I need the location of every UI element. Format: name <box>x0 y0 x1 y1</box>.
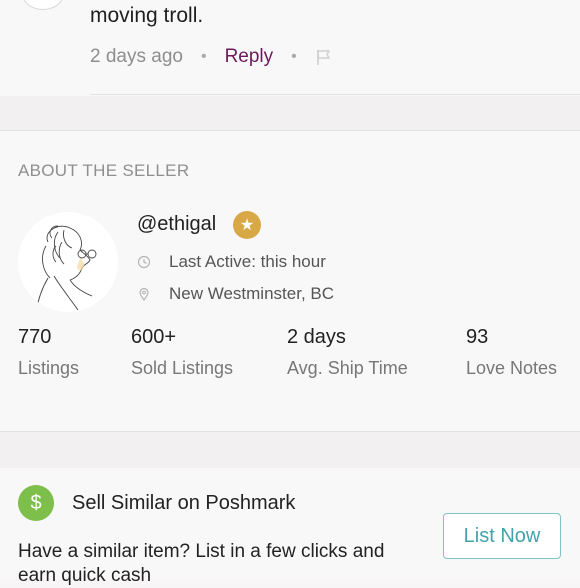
stat-listings-label: Listings <box>18 358 80 378</box>
separator-dot: • <box>200 48 207 65</box>
comment-time: 2 days ago <box>90 46 183 67</box>
comment-text: moving troll. <box>90 4 204 27</box>
stat-sold-value: 600+ <box>131 326 177 348</box>
stat-love-label: Love Notes <box>466 358 558 378</box>
location-row: New Westminster, BC <box>137 284 334 304</box>
seller-handle[interactable]: @ethigal <box>137 213 216 236</box>
sell-similar-title: Sell Similar on Poshmark <box>72 492 296 514</box>
stat-love-value: 93 <box>466 326 489 348</box>
stat-sold-label: Sold Listings <box>131 358 234 378</box>
sell-similar-section: $ Sell Similar on Poshmark Have a simila… <box>0 468 580 586</box>
comment-meta: 2 days ago • Reply • <box>90 46 333 68</box>
comment-divider <box>90 94 580 95</box>
location-text: New Westminster, BC <box>169 284 335 303</box>
dollar-icon: $ <box>18 485 54 521</box>
last-active-row: Last Active: this hour <box>137 252 326 272</box>
sell-similar-body: Have a similar item? List in a few click… <box>18 541 385 586</box>
list-now-button[interactable]: List Now <box>443 513 561 559</box>
last-active-text: Last Active: this hour <box>169 252 326 271</box>
stat-ship-value: 2 days <box>287 326 346 348</box>
reply-link[interactable]: Reply <box>225 46 274 68</box>
separator-dot: • <box>291 48 297 65</box>
section-title: ABOUT THE SELLER <box>18 161 190 180</box>
seller-avatar-drawing <box>35 225 97 312</box>
location-pin-icon <box>139 287 149 301</box>
stat-listings-value: 770 <box>18 326 52 348</box>
stat-ship-label: Avg. Ship Time <box>287 358 408 378</box>
comment-block: moving troll. 2 days ago • Reply • <box>0 0 580 96</box>
about-seller-section: ABOUT THE SELLER @ethigal ★ Last Active:… <box>0 131 580 431</box>
section-gap <box>0 431 580 469</box>
section-gap <box>0 96 580 131</box>
clock-icon <box>137 255 151 269</box>
flag-icon[interactable] <box>315 48 333 66</box>
star-badge-icon: ★ <box>233 211 261 239</box>
commenter-avatar[interactable] <box>22 0 64 10</box>
seller-avatar[interactable] <box>18 212 118 312</box>
